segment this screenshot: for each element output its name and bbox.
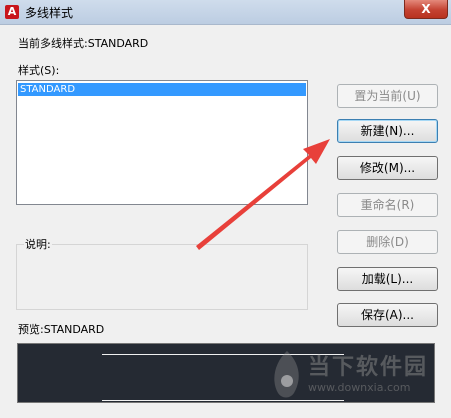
current-style-label: 当前多线样式: [18,37,88,50]
styles-list[interactable]: STANDARD [16,80,308,205]
watermark: 当下软件园 www.downxia.com [270,345,451,418]
load-button[interactable]: 加载(L)... [337,267,438,291]
preview-row: 预览:STANDARD [18,321,104,337]
modify-button[interactable]: 修改(M)... [337,156,438,180]
watermark-text: 当下软件园 [308,355,429,380]
preview-label: 预览: [18,323,44,336]
watermark-logo-icon [274,351,299,398]
title-bar: A 多线样式 X [0,0,451,25]
close-button[interactable]: X [404,0,448,19]
description-label: 说明: [24,236,52,252]
set-current-button[interactable]: 置为当前(U) [337,84,438,108]
current-style-value: STANDARD [87,37,149,50]
autocad-logo-icon: A [5,5,19,19]
window-title: 多线样式 [25,6,74,20]
new-button[interactable]: 新建(N)... [337,119,438,143]
current-style-row: 当前多线样式:STANDARD [18,35,148,51]
list-item[interactable]: STANDARD [18,83,306,96]
watermark-url: www.downxia.com [308,381,411,394]
rename-button[interactable]: 重命名(R) [337,193,438,217]
delete-button[interactable]: 删除(D) [337,230,438,254]
description-field [16,244,308,310]
preview-style-name: STANDARD [43,323,105,336]
save-button[interactable]: 保存(A)... [337,303,438,327]
styles-label: 样式(S): [18,64,60,77]
